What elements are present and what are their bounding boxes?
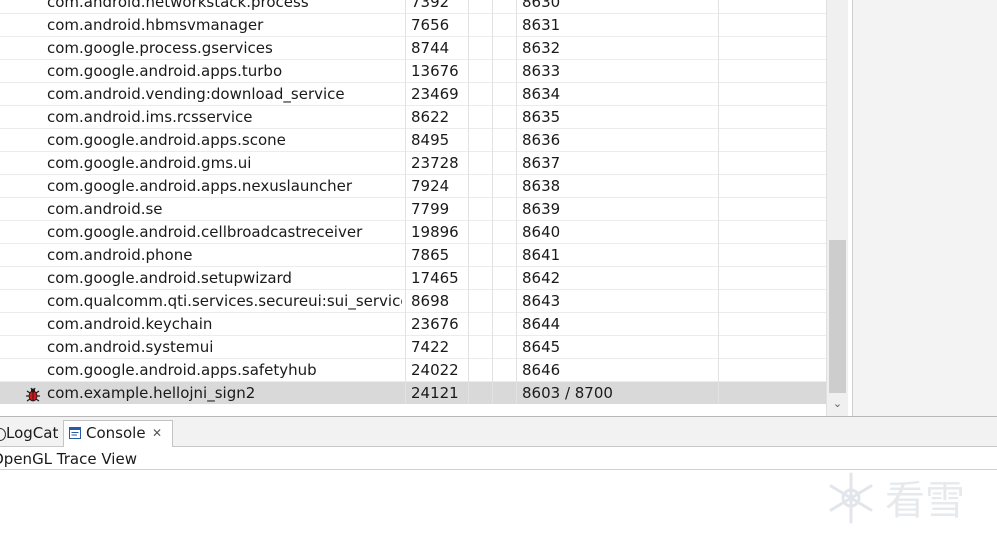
- process-name: com.google.android.setupwizard: [47, 269, 292, 287]
- process-name: com.google.android.gms.ui: [47, 154, 252, 172]
- process-name: com.android.networkstack.process: [47, 0, 309, 11]
- table-row[interactable]: com.google.android.cellbroadcastreceiver…: [0, 221, 826, 244]
- debug-port: 8645: [522, 338, 561, 356]
- process-pid: 7392: [411, 0, 450, 11]
- tab-logcat-label: LogCat: [6, 424, 59, 442]
- debug-port: 8641: [522, 246, 561, 264]
- column-divider: [718, 0, 719, 404]
- process-pid: 13676: [411, 62, 459, 80]
- process-name: com.android.phone: [47, 246, 193, 264]
- process-name: com.android.keychain: [47, 315, 213, 333]
- vertical-scrollbar[interactable]: ⌄: [826, 0, 848, 416]
- column-divider: [468, 0, 469, 404]
- process-pid: 23469: [411, 85, 459, 103]
- process-name: com.example.hellojni_sign2: [47, 384, 256, 402]
- table-row[interactable]: com.example.hellojni_sign2 24121 8603 / 87…: [0, 382, 826, 404]
- process-name: com.android.hbmsvmanager: [47, 16, 264, 34]
- bottom-tab-bar: LogCat Console ✕: [0, 417, 997, 447]
- table-row[interactable]: com.google.android.apps.turbo 13676 8633: [0, 60, 826, 83]
- table-row[interactable]: com.android.vending:download_service 2346…: [0, 83, 826, 106]
- table-row[interactable]: com.android.networkstack.process 7392 8630: [0, 0, 826, 14]
- device-process-table: com.android.networkstack.process 7392 8630…: [0, 0, 826, 404]
- process-name: com.google.android.apps.scone: [47, 131, 286, 149]
- bug-icon: [26, 387, 40, 402]
- scrollbar-thumb[interactable]: [829, 240, 846, 393]
- opengl-trace-view-bar[interactable]: OpenGL Trace View: [0, 447, 997, 470]
- process-pid: 23676: [411, 315, 459, 333]
- opengl-trace-view-label: OpenGL Trace View: [0, 450, 137, 468]
- scroll-down-arrow-icon[interactable]: ⌄: [827, 394, 848, 414]
- process-pid: 23728: [411, 154, 459, 172]
- watermark-logo-text: 看雪: [885, 478, 965, 524]
- column-divider: [492, 0, 493, 404]
- tab-console-label: Console: [86, 424, 146, 442]
- debug-port: 8603 / 8700: [522, 384, 613, 402]
- process-pid: 17465: [411, 269, 459, 287]
- process-pid: 24022: [411, 361, 459, 379]
- process-name: com.google.process.gservices: [47, 39, 273, 57]
- process-name: com.android.ims.rcsservice: [47, 108, 253, 126]
- table-row[interactable]: com.android.keychain 23676 8644: [0, 313, 826, 336]
- process-name: com.google.android.apps.safetyhub: [47, 361, 317, 379]
- process-pid: 8495: [411, 131, 450, 149]
- debug-port: 8631: [522, 16, 561, 34]
- snowflake-watermark-icon: 看雪: [829, 472, 965, 524]
- table-row[interactable]: com.google.android.apps.safetyhub 24022 86…: [0, 359, 826, 382]
- table-row[interactable]: com.android.systemui 7422 8645: [0, 336, 826, 359]
- column-divider: [405, 0, 406, 404]
- debug-port: 8630: [522, 0, 561, 11]
- table-row[interactable]: com.google.android.apps.scone 8495 8636: [0, 129, 826, 152]
- process-name: com.qualcomm.qti.services.secureui:sui_s…: [47, 292, 402, 310]
- table-row[interactable]: com.android.phone 7865 8641: [0, 244, 826, 267]
- debug-port: 8633: [522, 62, 561, 80]
- process-pid: 7924: [411, 177, 450, 195]
- process-name: com.google.android.cellbroadcastreceiver: [47, 223, 363, 241]
- process-pid: 8698: [411, 292, 450, 310]
- process-pid: 24121: [411, 384, 459, 402]
- debug-port: 8644: [522, 315, 561, 333]
- debug-port: 8634: [522, 85, 561, 103]
- table-row[interactable]: com.qualcomm.qti.services.secureui:sui_s…: [0, 290, 826, 313]
- debug-port: 8639: [522, 200, 561, 218]
- close-icon[interactable]: ✕: [152, 421, 162, 446]
- table-row[interactable]: com.google.android.setupwizard 17465 8642: [0, 267, 826, 290]
- process-pid: 7865: [411, 246, 450, 264]
- right-panel: [852, 0, 997, 416]
- debug-port: 8636: [522, 131, 561, 149]
- table-row[interactable]: com.android.ims.rcsservice 8622 8635: [0, 106, 826, 129]
- process-pid: 19896: [411, 223, 459, 241]
- process-name: com.android.se: [47, 200, 163, 218]
- process-pid: 7422: [411, 338, 450, 356]
- table-row[interactable]: com.android.se 7799 8639: [0, 198, 826, 221]
- process-name: com.google.android.apps.turbo: [47, 62, 283, 80]
- debug-port: 8637: [522, 154, 561, 172]
- process-name: com.android.vending:download_service: [47, 85, 345, 103]
- table-row[interactable]: com.google.android.apps.nexuslauncher 792…: [0, 175, 826, 198]
- debug-port: 8638: [522, 177, 561, 195]
- debug-port: 8640: [522, 223, 561, 241]
- debug-port: 8643: [522, 292, 561, 310]
- process-pid: 7656: [411, 16, 450, 34]
- column-divider: [516, 0, 517, 404]
- table-row[interactable]: com.google.process.gservices 8744 8632: [0, 37, 826, 60]
- process-name: com.google.android.apps.nexuslauncher: [47, 177, 353, 195]
- table-row[interactable]: com.android.hbmsvmanager 7656 8631: [0, 14, 826, 37]
- debug-port: 8635: [522, 108, 561, 126]
- process-pid: 7799: [411, 200, 450, 218]
- process-pid: 8622: [411, 108, 450, 126]
- process-name: com.android.systemui: [47, 338, 214, 356]
- tab-console[interactable]: Console ✕: [63, 420, 173, 447]
- debug-port: 8642: [522, 269, 561, 287]
- process-pid: 8744: [411, 39, 450, 57]
- debug-port: 8646: [522, 361, 561, 379]
- console-icon: [69, 427, 81, 439]
- debug-port: 8632: [522, 39, 561, 57]
- table-row[interactable]: com.google.android.gms.ui 23728 8637: [0, 152, 826, 175]
